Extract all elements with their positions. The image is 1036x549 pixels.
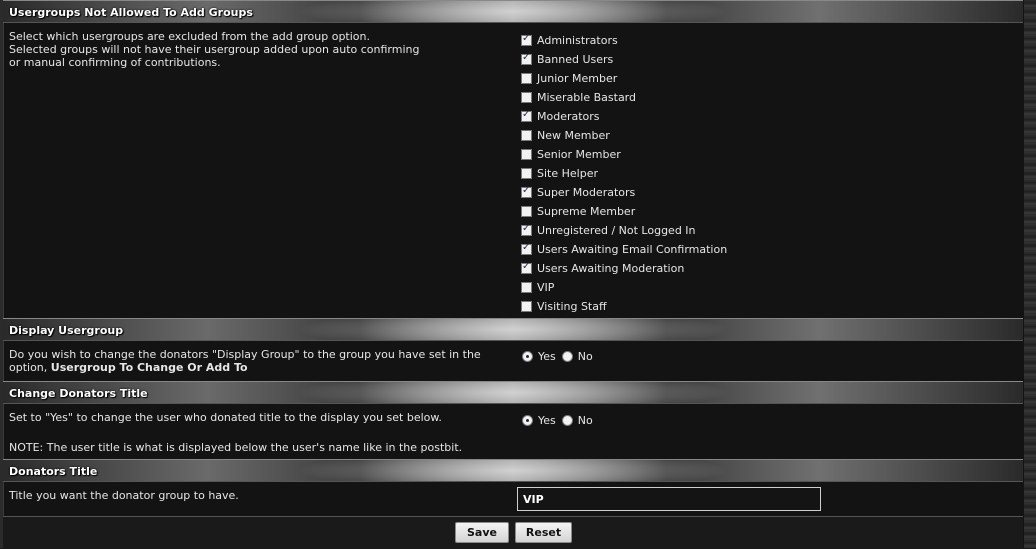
desc-prefix: option, — [9, 361, 48, 374]
usergroup-checkbox[interactable] — [521, 300, 532, 312]
display-usergroup-radio-group: Yes No — [522, 350, 599, 363]
usergroup-label[interactable]: New Member — [537, 129, 610, 142]
section-title: Change Donators Title — [9, 387, 148, 400]
usergroup-label[interactable]: Moderators — [537, 110, 600, 123]
usergroup-label[interactable]: Site Helper — [537, 167, 598, 180]
usergroup-option[interactable]: VIP — [521, 280, 554, 294]
usergroup-checkbox[interactable] — [521, 205, 532, 217]
usergroup-label[interactable]: Senior Member — [537, 148, 621, 161]
usergroup-option[interactable]: Senior Member — [521, 147, 621, 161]
display-usergroup-no-radio[interactable] — [561, 351, 573, 362]
usergroup-label[interactable]: Banned Users — [537, 53, 613, 66]
usergroup-checkbox[interactable] — [521, 148, 532, 160]
section-title: Display Usergroup — [9, 324, 124, 337]
change-title-yes-radio[interactable] — [522, 415, 533, 426]
usergroup-label[interactable]: Users Awaiting Email Confirmation — [537, 243, 727, 256]
usergroup-label[interactable]: Users Awaiting Moderation — [537, 262, 684, 275]
usergroup-option[interactable]: Miserable Bastard — [521, 90, 636, 104]
usergroup-checkbox[interactable] — [521, 281, 532, 293]
usergroup-checkbox[interactable] — [521, 223, 532, 236]
usergroups-description: Select which usergroups are excluded fro… — [9, 30, 419, 69]
change-title-no-radio[interactable] — [561, 415, 573, 426]
reset-button[interactable]: Reset — [515, 522, 572, 543]
usergroup-option[interactable]: Banned Users — [521, 52, 613, 66]
display-usergroup-yes-radio[interactable] — [522, 351, 533, 362]
section-title: Donators Title — [9, 465, 98, 478]
usergroup-label[interactable]: Visiting Staff — [537, 300, 607, 313]
usergroup-checkbox[interactable] — [521, 109, 532, 122]
usergroup-option[interactable]: Administrators — [521, 33, 618, 47]
no-label[interactable]: No — [578, 350, 593, 363]
section-header-display-usergroup: Display Usergroup — [3, 318, 1023, 341]
usergroup-option[interactable]: Visiting Staff — [521, 299, 607, 313]
desc-line: or manual confirming of contributions. — [9, 56, 221, 69]
usergroup-option[interactable]: Users Awaiting Email Confirmation — [521, 242, 727, 256]
change-title-note: NOTE: The user title is what is displaye… — [9, 441, 463, 454]
usergroup-option[interactable]: Super Moderators — [521, 185, 635, 199]
change-title-radio-group: Yes No — [522, 414, 599, 427]
usergroup-option[interactable]: Moderators — [521, 109, 600, 123]
usergroup-checkbox[interactable] — [521, 242, 532, 255]
usergroup-option[interactable]: Supreme Member — [521, 204, 635, 218]
usergroup-option[interactable]: Site Helper — [521, 166, 598, 180]
usergroup-label[interactable]: Unregistered / Not Logged In — [537, 224, 696, 237]
usergroup-option[interactable]: New Member — [521, 128, 610, 142]
no-label[interactable]: No — [578, 414, 593, 427]
desc-line: option, Usergroup To Change Or Add To — [9, 361, 481, 374]
display-usergroup-description: Do you wish to change the donators "Disp… — [9, 348, 481, 374]
usergroup-label[interactable]: Junior Member — [537, 72, 617, 85]
usergroup-option[interactable]: Unregistered / Not Logged In — [521, 223, 696, 237]
usergroup-option[interactable]: Users Awaiting Moderation — [521, 261, 684, 275]
section-header-usergroups: Usergroups Not Allowed To Add Groups — [3, 0, 1023, 23]
usergroup-label[interactable]: Administrators — [537, 34, 618, 47]
usergroup-checkbox[interactable] — [521, 167, 532, 179]
yes-label[interactable]: Yes — [538, 414, 556, 427]
usergroup-option[interactable]: Junior Member — [521, 71, 617, 85]
section-title: Usergroups Not Allowed To Add Groups — [9, 6, 253, 19]
option-name: Usergroup To Change Or Add To — [50, 361, 248, 374]
desc-line: Select which usergroups are excluded fro… — [9, 30, 370, 43]
usergroup-checkbox[interactable] — [521, 261, 532, 274]
desc-line: Do you wish to change the donators "Disp… — [9, 348, 481, 361]
desc-line: Selected groups will not have their user… — [9, 43, 420, 56]
usergroup-label[interactable]: Super Moderators — [537, 186, 635, 199]
yes-label[interactable]: Yes — [538, 350, 556, 363]
usergroup-checkbox[interactable] — [521, 129, 532, 141]
section-header-change-title: Change Donators Title — [3, 381, 1023, 404]
usergroup-checkbox[interactable] — [521, 185, 532, 198]
usergroup-checkbox[interactable] — [521, 33, 532, 46]
change-title-description: Set to "Yes" to change the user who dona… — [9, 411, 442, 424]
usergroup-label[interactable]: Supreme Member — [537, 205, 635, 218]
usergroup-label[interactable]: VIP — [537, 281, 554, 294]
form-footer — [3, 516, 1023, 549]
section-header-donators-title: Donators Title — [3, 459, 1023, 482]
save-button[interactable]: Save — [455, 522, 509, 543]
usergroup-checkbox[interactable] — [521, 91, 532, 103]
right-border-texture — [1024, 0, 1036, 548]
donators-title-input[interactable] — [517, 487, 821, 511]
usergroup-label[interactable]: Miserable Bastard — [537, 91, 636, 104]
usergroup-checkbox[interactable] — [521, 72, 532, 84]
donators-title-description: Title you want the donator group to have… — [9, 489, 239, 502]
usergroup-checkbox[interactable] — [521, 52, 532, 65]
